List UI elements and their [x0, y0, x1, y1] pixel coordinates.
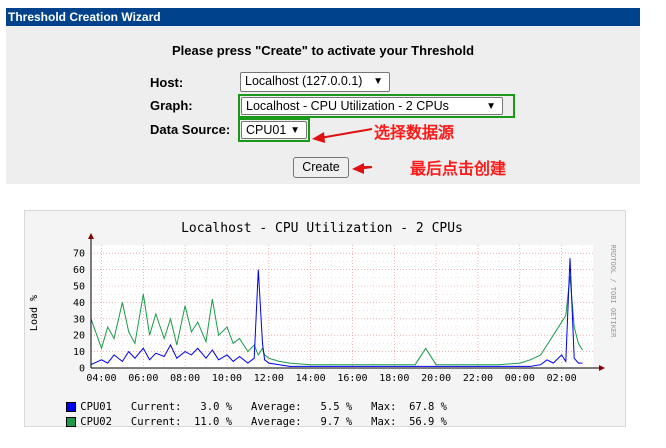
data-source-label: Data Source: [150, 122, 231, 137]
x-tick-label: 06:00 [128, 373, 158, 384]
y-axis-arrow-icon [88, 233, 94, 239]
host-select-value: Localhost (127.0.0.1) [245, 74, 363, 88]
host-select[interactable]: Localhost (127.0.0.1) ▼ [240, 72, 390, 92]
arrow-to-data-source-icon [312, 128, 373, 143]
legend-cpu02-name: CPU02 [80, 416, 112, 428]
graph-select[interactable]: Localhost - CPU Utilization - 2 CPUs ▼ [241, 97, 503, 115]
x-tick-label: 02:00 [547, 373, 577, 384]
annotation-click-create: 最后点击创建 [410, 161, 507, 178]
wizard-instruction: Please press "Create" to activate your T… [171, 43, 475, 58]
y-axis-label: Load % [29, 295, 40, 331]
legend-swatch-cpu02 [66, 417, 77, 427]
chevron-down-icon: ▼ [373, 76, 383, 87]
x-tick-label: 12:00 [254, 373, 284, 384]
plot-area [91, 245, 593, 368]
legend-cpu02-current: 11.0 % [194, 416, 233, 428]
legend-row-cpu02: CPU02 Current: 11.0 % Average: 9.7 % Max… [41, 404, 447, 440]
y-tick-label: 70 [73, 249, 85, 260]
wizard-title: Threshold Creation Wizard [6, 8, 640, 26]
threshold-wizard-panel: Threshold Creation Wizard Please press "… [6, 8, 640, 184]
x-tick-label: 00:00 [505, 373, 535, 384]
x-tick-label: 22:00 [463, 373, 493, 384]
x-tick-label: 04:00 [86, 373, 116, 384]
x-tick-label: 14:00 [296, 373, 326, 384]
x-tick-label: 10:00 [212, 373, 242, 384]
y-tick-label: 0 [79, 364, 85, 375]
rrdtool-watermark: RRDTOOL / TOBI OETIKER [609, 245, 617, 339]
y-tick-label: 20 [73, 331, 85, 342]
y-tick-label: 40 [73, 298, 85, 309]
chevron-down-icon: ▼ [486, 101, 496, 112]
data-source-value: CPU01 [246, 123, 287, 137]
y-tick-label: 50 [73, 282, 85, 293]
host-label: Host: [150, 75, 184, 90]
cpu-utilization-graph: Localhost - CPU Utilization - 2 CPUs Loa… [24, 210, 626, 428]
arrow-to-create-icon [352, 163, 373, 174]
data-source-select[interactable]: CPU01 ▼ [241, 121, 307, 139]
x-tick-label: 20:00 [421, 373, 451, 384]
graph-label: Graph: [150, 98, 193, 113]
x-axis-arrow-icon [599, 365, 605, 371]
chevron-down-icon: ▼ [290, 125, 300, 136]
legend-cpu02-max: 56.9 % [409, 416, 447, 428]
graph-select-value: Localhost - CPU Utilization - 2 CPUs [246, 99, 449, 113]
y-tick-label: 30 [73, 314, 85, 325]
y-tick-label: 10 [73, 347, 85, 358]
x-tick-label: 16:00 [337, 373, 367, 384]
y-tick-label: 60 [73, 265, 85, 276]
legend-cpu02-average: 9.7 % [320, 416, 353, 428]
annotation-select-data-source: 选择数据源 [374, 125, 455, 142]
x-tick-label: 18:00 [379, 373, 409, 384]
x-tick-label: 08:00 [170, 373, 200, 384]
